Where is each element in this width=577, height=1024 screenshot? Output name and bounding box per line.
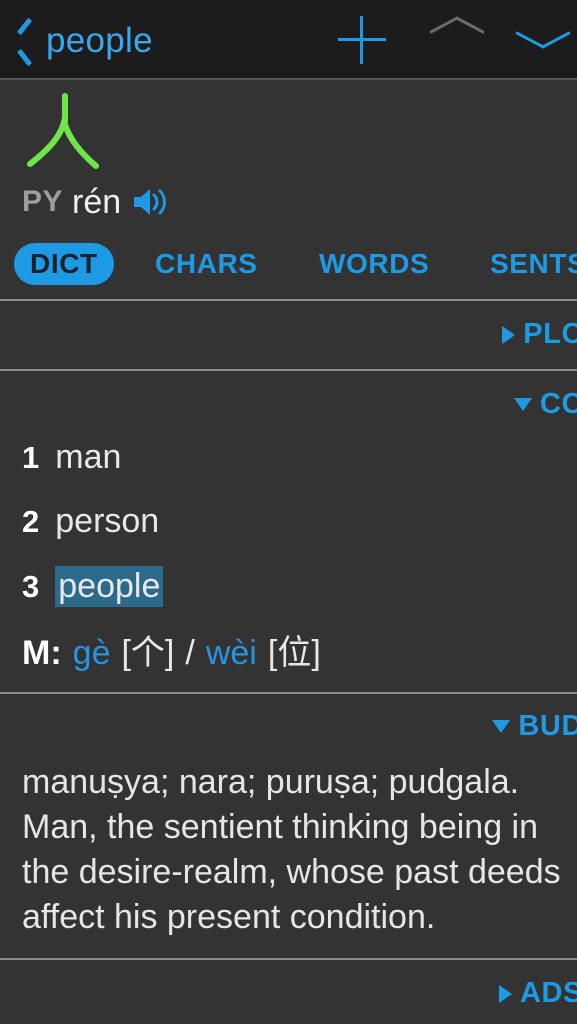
triangle-down-icon <box>513 398 532 411</box>
definition-row[interactable]: 3 people <box>22 566 164 607</box>
section-header-bud-label: BUD <box>518 710 577 742</box>
triangle-right-icon <box>502 325 516 344</box>
hanzi-character-glyph[interactable] <box>20 88 110 178</box>
section-header-cc-label: CC <box>539 388 577 420</box>
section-header-plc-label: PLC <box>523 318 577 350</box>
definition-number: 1 <box>22 440 40 475</box>
tab-chars[interactable]: CHARS <box>155 243 258 285</box>
previous-entry-button[interactable] <box>420 0 494 80</box>
buddhist-definition-text: manuṣya; nara; puruṣa; pudgala. Man, the… <box>22 763 561 936</box>
pinyin-label: PY <box>22 185 64 218</box>
section-header-cc[interactable]: CC <box>513 388 577 421</box>
plus-icon <box>338 16 386 64</box>
definition-number: 3 <box>22 569 40 604</box>
section-header-plc[interactable]: PLC <box>502 318 577 351</box>
definition-row[interactable]: 2 person <box>22 502 159 541</box>
pronunciation-row: PY rén <box>22 185 168 219</box>
definition-text: man <box>55 438 122 476</box>
section-tab-bar: DICT CHARS WORDS SENTS <box>0 243 577 297</box>
measure-first-character[interactable]: [个] <box>121 625 174 674</box>
divider-above-cc <box>0 369 577 371</box>
section-header-ads[interactable]: ADS <box>498 977 577 1010</box>
pinyin-reading: rén <box>72 183 122 221</box>
dictionary-entry-screen: people PY rén DICT CHARS WORDS SENTS PLC… <box>0 0 577 1024</box>
chevron-down-icon <box>516 25 570 55</box>
add-button[interactable] <box>326 0 398 80</box>
top-navigation-bar: people <box>0 0 577 80</box>
speaker-icon[interactable] <box>132 187 168 217</box>
measure-label: M: <box>22 634 62 672</box>
divider-above-plc <box>0 299 577 301</box>
tab-words[interactable]: WORDS <box>319 243 429 285</box>
measure-second-pinyin[interactable]: wèi <box>206 634 257 673</box>
measure-second-character[interactable]: [位] <box>268 625 321 674</box>
chevron-up-icon <box>430 25 484 55</box>
measure-word-row: M: gè [个] / wèi [位] <box>22 625 321 674</box>
back-button-label: people <box>46 20 153 60</box>
definition-number: 2 <box>22 504 40 539</box>
chevron-left-icon <box>12 21 38 59</box>
section-header-ads-label: ADS <box>519 977 577 1009</box>
definition-text-highlighted: people <box>55 566 164 607</box>
next-entry-button[interactable] <box>508 0 577 80</box>
definition-text: person <box>55 502 160 540</box>
divider-above-bud <box>0 692 577 694</box>
divider-above-ads <box>0 958 577 960</box>
measure-first-pinyin[interactable]: gè <box>73 634 111 673</box>
tab-sents[interactable]: SENTS <box>490 243 577 285</box>
triangle-down-icon <box>492 720 511 733</box>
triangle-right-icon <box>498 984 512 1003</box>
back-button[interactable]: people <box>12 0 153 80</box>
tab-dict[interactable]: DICT <box>14 243 114 285</box>
section-header-bud[interactable]: BUD <box>492 710 577 743</box>
measure-separator: / <box>185 634 195 672</box>
definition-row[interactable]: 1 man <box>22 438 121 477</box>
